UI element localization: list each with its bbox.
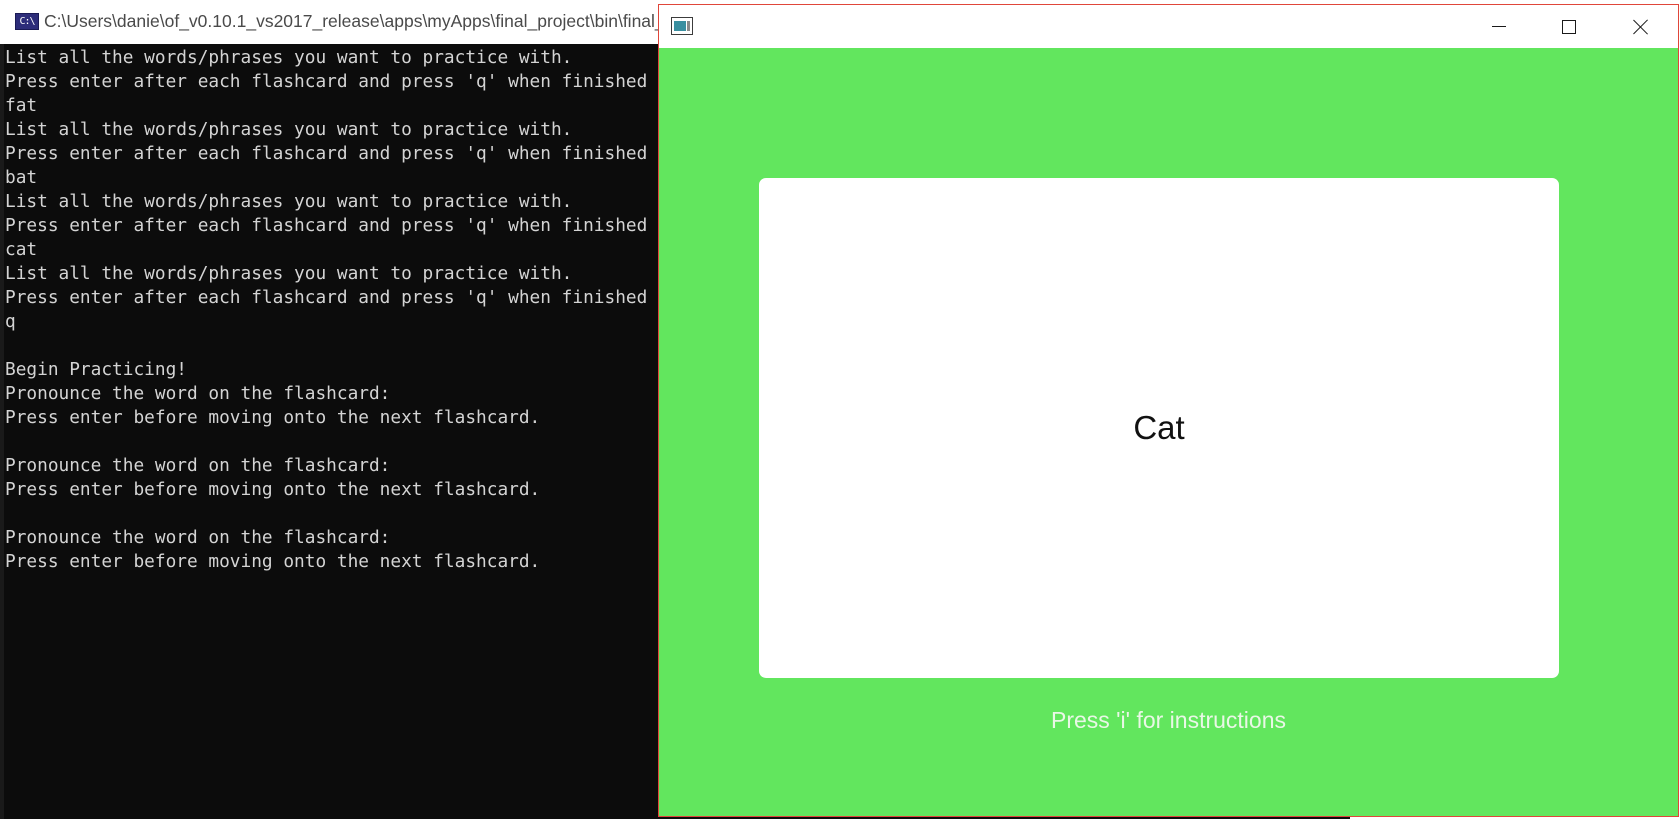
console-line: Pronounce the word on the flashcard:	[5, 455, 391, 476]
flashcard-app-window[interactable]: Cat Press 'i' for instructions	[658, 4, 1679, 817]
app-canvas[interactable]: Cat Press 'i' for instructions	[659, 48, 1678, 816]
console-output[interactable]: List all the words/phrases you want to p…	[0, 44, 658, 819]
flashcard-word: Cat	[1133, 409, 1185, 446]
console-line: Pronounce the word on the flashcard:	[5, 383, 391, 404]
close-button[interactable]	[1606, 5, 1676, 48]
console-line: Press enter after each flashcard and pre…	[5, 215, 648, 236]
console-line: cat	[5, 239, 38, 260]
console-line: bat	[5, 167, 38, 188]
desktop: C:\ C:\Users\danie\of_v0.10.1_vs2017_rel…	[0, 0, 1679, 819]
console-line: Press enter after each flashcard and pre…	[5, 71, 648, 92]
console-line: Press enter before moving onto the next …	[5, 479, 541, 500]
console-line: Press enter before moving onto the next …	[5, 407, 541, 428]
flashcard[interactable]: Cat	[759, 178, 1559, 678]
console-line: List all the words/phrases you want to p…	[5, 191, 573, 212]
console-line: List all the words/phrases you want to p…	[5, 47, 573, 68]
console-line: Begin Practicing!	[5, 359, 187, 380]
console-line: Pronounce the word on the flashcard:	[5, 527, 391, 548]
console-edge	[0, 44, 4, 819]
console-line: Press enter after each flashcard and pre…	[5, 143, 648, 164]
app-icon-pane	[674, 21, 686, 31]
maximize-button[interactable]	[1534, 5, 1604, 48]
console-title: C:\Users\danie\of_v0.10.1_vs2017_release…	[44, 11, 659, 31]
console-line: Press enter before moving onto the next …	[5, 551, 541, 572]
console-lines: List all the words/phrases you want to p…	[5, 46, 647, 574]
minimize-button[interactable]	[1464, 5, 1534, 48]
app-icon-bar	[687, 21, 690, 31]
console-line: List all the words/phrases you want to p…	[5, 263, 573, 284]
console-line: fat	[5, 95, 38, 116]
console-line: Press enter after each flashcard and pre…	[5, 287, 648, 308]
console-line: List all the words/phrases you want to p…	[5, 119, 573, 140]
close-icon	[1633, 19, 1649, 35]
instructions-hint: Press 'i' for instructions	[1050, 707, 1287, 733]
maximize-icon	[1562, 19, 1576, 34]
app-window-icon	[671, 17, 693, 35]
cmd-icon: C:\	[15, 13, 39, 30]
app-titlebar[interactable]	[659, 5, 1678, 48]
console-line: q	[5, 311, 16, 332]
minimize-icon	[1492, 26, 1506, 27]
